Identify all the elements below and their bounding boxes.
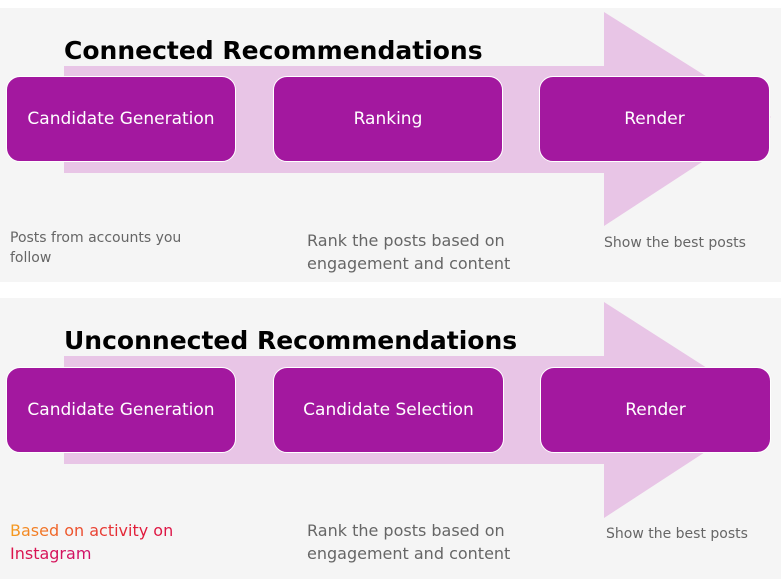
unconnected-candidate-generation-stage[interactable]: Candidate Generation xyxy=(6,367,236,453)
unconnected-panel: Unconnected Recommendations Candidate Ge… xyxy=(0,298,781,579)
connected-render-caption: Show the best posts xyxy=(604,235,746,251)
connected-ranking-caption: Rank the posts based on engagement and c… xyxy=(307,231,511,274)
unconnected-candidate-caption: Based on activity on Instagram xyxy=(10,519,220,565)
connected-candidate-caption: Posts from accounts you follow xyxy=(10,230,182,267)
connected-panel: Connected Recommendations Candidate Gene… xyxy=(0,8,781,282)
unconnected-selection-caption: Rank the posts based on engagement and c… xyxy=(307,521,511,564)
unconnected-render-caption: Show the best posts xyxy=(606,526,748,542)
unconnected-render-stage[interactable]: Render xyxy=(540,367,771,453)
connected-render-stage[interactable]: Render xyxy=(539,76,770,162)
connected-ranking-stage[interactable]: Ranking xyxy=(273,76,503,162)
instagram-gradient-text: Based on activity on Instagram xyxy=(10,521,174,564)
connected-title: Connected Recommendations xyxy=(64,36,483,65)
connected-candidate-generation-stage[interactable]: Candidate Generation xyxy=(6,76,236,162)
unconnected-candidate-selection-stage[interactable]: Candidate Selection xyxy=(273,367,504,453)
unconnected-title: Unconnected Recommendations xyxy=(64,326,518,355)
